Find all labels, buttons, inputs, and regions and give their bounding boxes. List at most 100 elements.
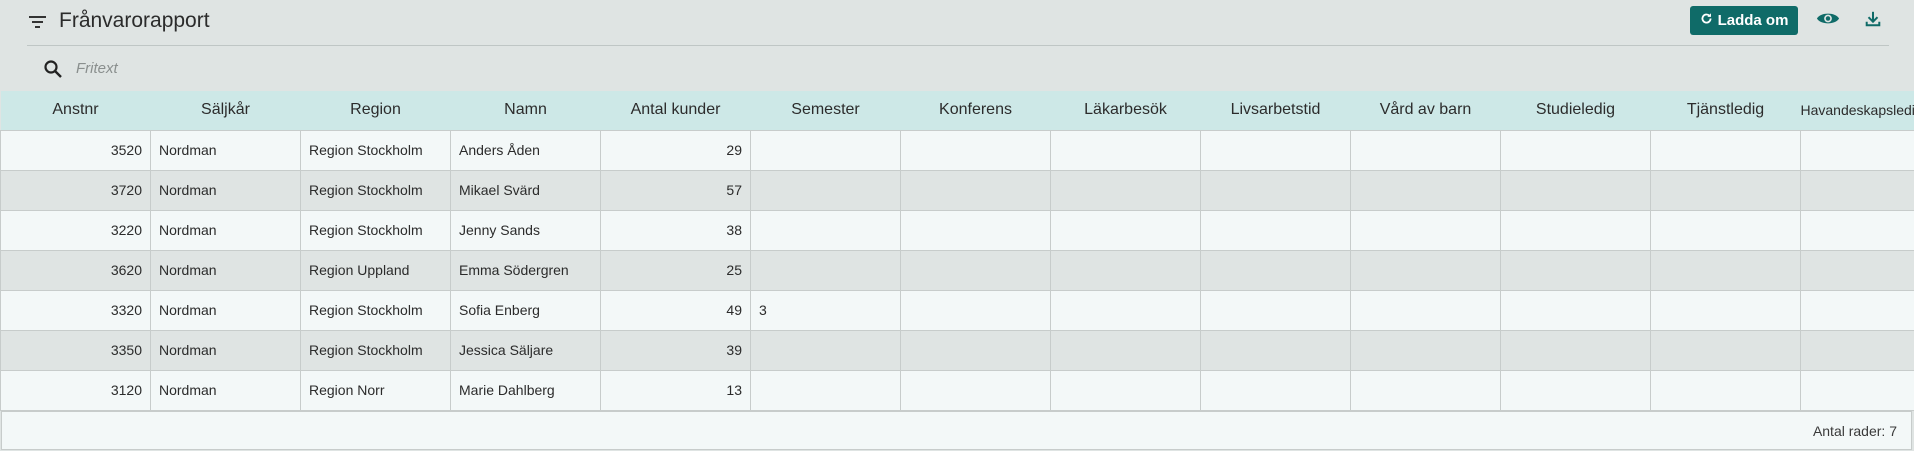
table-cell[interactable] <box>1650 169 1801 211</box>
table-cell[interactable] <box>1350 329 1501 371</box>
table-cell[interactable]: 57 <box>600 169 751 211</box>
table-cell[interactable] <box>1350 209 1501 251</box>
view-button[interactable] <box>1815 9 1841 33</box>
column-header-havandeskapsledig[interactable]: Havandeskapsledig <box>1800 91 1914 130</box>
table-cell[interactable] <box>900 329 1051 371</box>
table-cell[interactable] <box>1050 329 1201 371</box>
table-cell[interactable] <box>900 289 1051 331</box>
table-cell[interactable] <box>1350 369 1501 411</box>
table-cell[interactable]: 39 <box>600 329 751 371</box>
table-cell[interactable] <box>1650 249 1801 291</box>
table-cell[interactable] <box>1650 289 1801 331</box>
table-cell[interactable] <box>750 129 901 171</box>
table-cell[interactable]: 3620 <box>0 249 151 291</box>
table-cell[interactable]: 25 <box>600 249 751 291</box>
column-header-region[interactable]: Region <box>300 91 451 130</box>
table-row[interactable]: 3350 Nordman Region Stockholm Jessica Sälja… <box>0 329 1914 371</box>
table-cell[interactable]: Nordman <box>150 369 301 411</box>
table-cell[interactable]: 3220 <box>0 209 151 251</box>
column-header-livsarbetstid[interactable]: Livsarbetstid <box>1200 91 1351 130</box>
table-cell[interactable] <box>1650 369 1801 411</box>
table-cell[interactable] <box>900 169 1051 211</box>
table-cell[interactable]: 49 <box>600 289 751 331</box>
table-cell[interactable] <box>1200 129 1351 171</box>
column-header-antal-kunder[interactable]: Antal kunder <box>600 91 751 130</box>
table-cell[interactable] <box>1800 249 1914 291</box>
table-cell[interactable] <box>750 329 901 371</box>
table-cell[interactable]: Region Norr <box>300 369 451 411</box>
table-cell[interactable]: Marie Dahlberg <box>450 369 601 411</box>
table-cell[interactable] <box>1050 129 1201 171</box>
column-header-anstnr[interactable]: Anstnr <box>0 91 151 130</box>
table-cell[interactable]: Region Stockholm <box>300 209 451 251</box>
table-cell[interactable] <box>1050 169 1201 211</box>
table-cell[interactable]: Nordman <box>150 169 301 211</box>
column-header-tjanstledig[interactable]: Tjänstledig <box>1650 91 1801 130</box>
table-cell[interactable]: Region Stockholm <box>300 329 451 371</box>
table-cell[interactable]: Nordman <box>150 209 301 251</box>
table-cell[interactable]: 13 <box>600 369 751 411</box>
table-cell[interactable]: 3320 <box>0 289 151 331</box>
table-cell[interactable] <box>1800 209 1914 251</box>
filter-icon[interactable] <box>27 13 49 31</box>
table-cell[interactable] <box>1050 249 1201 291</box>
table-cell[interactable] <box>1200 369 1351 411</box>
table-cell[interactable] <box>1800 329 1914 371</box>
table-cell[interactable] <box>1500 369 1651 411</box>
table-cell[interactable] <box>900 369 1051 411</box>
table-cell[interactable] <box>1650 329 1801 371</box>
download-button[interactable] <box>1861 9 1885 33</box>
table-cell[interactable] <box>1350 289 1501 331</box>
search-input[interactable] <box>76 57 676 79</box>
table-cell[interactable] <box>750 369 901 411</box>
table-cell[interactable]: Nordman <box>150 129 301 171</box>
table-cell[interactable] <box>750 249 901 291</box>
table-cell[interactable] <box>1200 329 1351 371</box>
table-row[interactable]: 3720 Nordman Region Stockholm Mikael Svärd 5… <box>0 169 1914 211</box>
column-header-semester[interactable]: Semester <box>750 91 901 130</box>
table-row[interactable]: 3220 Nordman Region Stockholm Jenny Sands 38 <box>0 209 1914 251</box>
table-cell[interactable] <box>1650 129 1801 171</box>
table-cell[interactable] <box>1500 129 1651 171</box>
table-cell[interactable] <box>1050 369 1201 411</box>
table-cell[interactable] <box>900 209 1051 251</box>
table-row[interactable]: 3620 Nordman Region Uppland Emma Södergren 2… <box>0 249 1914 291</box>
table-cell[interactable] <box>1200 289 1351 331</box>
table-cell[interactable] <box>1500 169 1651 211</box>
table-cell[interactable]: Nordman <box>150 249 301 291</box>
table-cell[interactable] <box>1350 129 1501 171</box>
table-cell[interactable] <box>900 129 1051 171</box>
table-cell[interactable] <box>750 169 901 211</box>
table-cell[interactable] <box>1800 289 1914 331</box>
column-header-studieledig[interactable]: Studieledig <box>1500 91 1651 130</box>
table-cell[interactable]: 29 <box>600 129 751 171</box>
table-cell[interactable]: 3 <box>750 289 901 331</box>
table-cell[interactable] <box>1500 329 1651 371</box>
column-header-namn[interactable]: Namn <box>450 91 601 130</box>
table-cell[interactable]: Sofia Enberg <box>450 289 601 331</box>
table-cell[interactable] <box>1650 209 1801 251</box>
table-cell[interactable]: 3120 <box>0 369 151 411</box>
table-cell[interactable] <box>900 249 1051 291</box>
table-cell[interactable]: Region Stockholm <box>300 169 451 211</box>
table-cell[interactable] <box>1800 129 1914 171</box>
reload-button[interactable]: Ladda om <box>1690 6 1798 35</box>
table-cell[interactable] <box>1200 209 1351 251</box>
table-cell[interactable] <box>1800 169 1914 211</box>
table-cell[interactable] <box>1500 249 1651 291</box>
table-cell[interactable] <box>1500 289 1651 331</box>
table-cell[interactable] <box>750 209 901 251</box>
column-header-konferens[interactable]: Konferens <box>900 91 1051 130</box>
table-cell[interactable]: Mikael Svärd <box>450 169 601 211</box>
table-cell[interactable] <box>1200 249 1351 291</box>
table-cell[interactable]: Nordman <box>150 289 301 331</box>
table-cell[interactable]: Nordman <box>150 329 301 371</box>
table-cell[interactable]: 3520 <box>0 129 151 171</box>
table-cell[interactable]: Region Stockholm <box>300 289 451 331</box>
table-cell[interactable] <box>1350 249 1501 291</box>
table-cell[interactable]: Region Stockholm <box>300 129 451 171</box>
column-header-saljkar[interactable]: Säljkår <box>150 91 301 130</box>
table-row[interactable]: 3320 Nordman Region Stockholm Sofia Enberg 4… <box>0 289 1914 331</box>
column-header-vard-av-barn[interactable]: Vård av barn <box>1350 91 1501 130</box>
table-cell[interactable] <box>1500 209 1651 251</box>
